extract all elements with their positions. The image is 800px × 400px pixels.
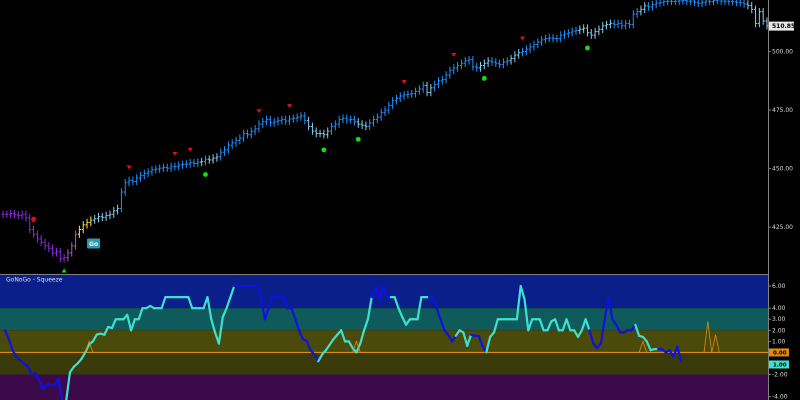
chart-root: Go 500.00 475.00 450.00 425.00 510.85 6.00 4.… xyxy=(0,0,800,400)
buy-signal-dot xyxy=(203,172,208,177)
oscillator-tick-label: 4.00 xyxy=(772,305,786,312)
last-price-label: 510.85 xyxy=(772,23,795,30)
price-tick-label: 450.00 xyxy=(772,166,793,173)
oscillator-band xyxy=(0,374,768,400)
current-value-label: 1.00 xyxy=(773,362,787,368)
buy-signal-dot xyxy=(355,136,361,142)
zero-value-label: 0.00 xyxy=(773,350,787,356)
oscillator-tick-label: 2.00 xyxy=(772,327,786,334)
oscillator-panel xyxy=(0,275,768,400)
oscillator-tick-label: 6.00 xyxy=(772,283,786,290)
oscillator-tick-label: -4.00 xyxy=(772,394,788,400)
oscillator-tick-label: 1.00 xyxy=(772,338,786,345)
price-tick-label: 500.00 xyxy=(772,49,793,56)
price-tick-label: 425.00 xyxy=(772,224,793,231)
buy-signal-dot xyxy=(585,45,590,51)
price-tick-label: 475.00 xyxy=(772,107,793,114)
go-badge-label: Go xyxy=(89,241,98,248)
buy-signal-dot xyxy=(321,147,327,153)
sell-signal-dot xyxy=(31,216,36,222)
oscillator-band xyxy=(0,352,768,375)
oscillator-tick-label: 3.00 xyxy=(772,316,786,323)
oscillator-tick-label: -2.00 xyxy=(772,372,788,379)
buy-signal-dot xyxy=(481,76,487,81)
oscillator-title: GoNoGo - Squeeze xyxy=(6,277,63,284)
